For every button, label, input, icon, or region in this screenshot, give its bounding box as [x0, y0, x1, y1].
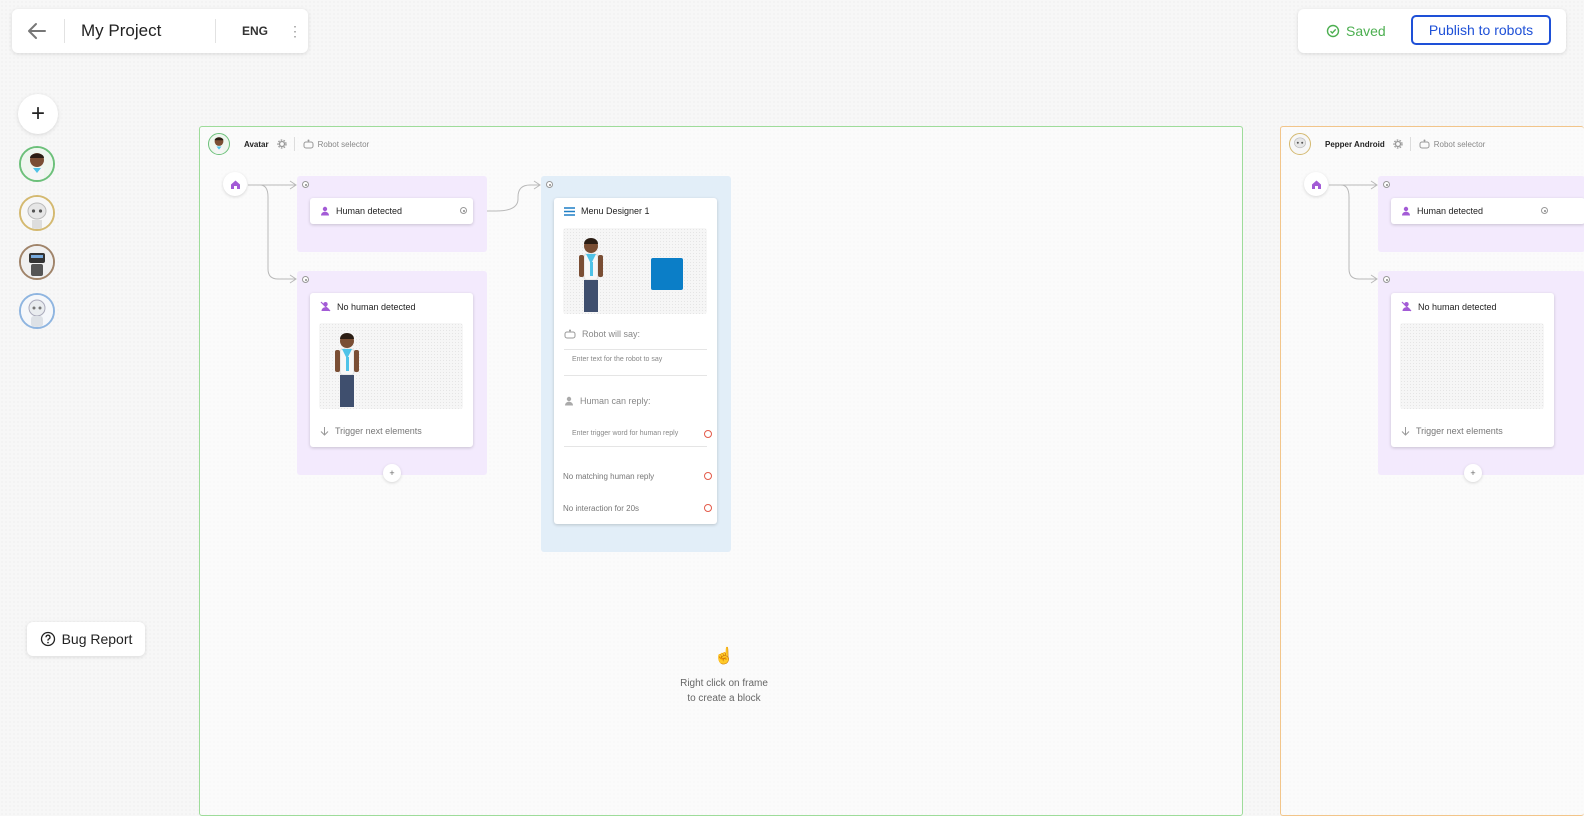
- block-title: Human detected: [1401, 206, 1483, 216]
- person-off-icon: [1401, 301, 1412, 312]
- home-icon: [230, 180, 240, 189]
- no-interaction-label: No interaction for 20s: [563, 504, 640, 513]
- avatar-character-image: [579, 238, 603, 312]
- person-off-icon: [320, 301, 331, 312]
- input-port[interactable]: [546, 181, 553, 188]
- human-can-reply-label: Human can reply:: [580, 396, 651, 406]
- trigger-next-label: Trigger next elements: [1416, 426, 1503, 436]
- publish-bar: Saved Publish to robots: [1298, 9, 1566, 53]
- saved-label: Saved: [1346, 23, 1386, 39]
- divider: [564, 349, 707, 350]
- trigger-next-label: Trigger next elements: [335, 426, 422, 436]
- human-can-reply-row: Human can reply:: [564, 396, 651, 406]
- block-group[interactable]: Human detected: [297, 176, 487, 252]
- no-human-detected-block[interactable]: No human detected Trigger next elements: [1391, 293, 1554, 447]
- reply-output-port[interactable]: [704, 430, 712, 438]
- robot-say-input[interactable]: Enter text for the robot to say: [572, 356, 662, 363]
- arrow-down-icon: [1401, 427, 1410, 436]
- project-title[interactable]: My Project: [81, 21, 161, 41]
- menu-icon: [564, 206, 575, 216]
- connector-lines: [1329, 180, 1378, 284]
- add-robot-button[interactable]: +: [18, 94, 58, 134]
- trigger-next-row[interactable]: Trigger next elements: [320, 426, 422, 436]
- empty-frame-hint: ☝ Right click on frame to create a block: [665, 649, 783, 706]
- divider: [64, 19, 65, 43]
- robot-frame-avatar[interactable]: Avatar Robot selector Human detected No …: [199, 126, 1243, 816]
- language-selector[interactable]: ENG: [242, 24, 268, 38]
- no-matching-output-port[interactable]: [704, 472, 712, 480]
- pointing-hand-icon: ☝: [714, 648, 734, 665]
- robot-icon: [564, 329, 576, 339]
- check-circle-icon: [1326, 24, 1340, 38]
- no-human-detected-block[interactable]: No human detected Trigger next elements: [310, 293, 473, 447]
- hint-line-2: to create a block: [687, 693, 761, 704]
- output-port[interactable]: [1541, 207, 1548, 214]
- menu-designer-block[interactable]: Menu Designer 1 Robot will say: Enter te…: [554, 198, 717, 524]
- block-group[interactable]: Menu Designer 1 Robot will say: Enter te…: [541, 176, 731, 552]
- empty-image-placeholder: [1400, 323, 1544, 409]
- human-detected-label: Human detected: [336, 206, 403, 216]
- avatar-character-image: [335, 333, 359, 407]
- add-block-button[interactable]: +: [383, 464, 401, 482]
- human-detected-block[interactable]: Human detected: [310, 198, 473, 224]
- divider: [1409, 137, 1411, 151]
- trigger-next-row[interactable]: Trigger next elements: [1401, 426, 1503, 436]
- menu-preview-image: [563, 228, 707, 314]
- robot-will-say-row: Robot will say:: [564, 329, 640, 339]
- avatar-image: [319, 323, 463, 409]
- input-port[interactable]: [1383, 181, 1390, 188]
- block-title: No human detected: [320, 301, 416, 312]
- nao-robot-avatar[interactable]: [19, 293, 55, 329]
- gear-icon[interactable]: [1393, 139, 1403, 149]
- input-port[interactable]: [302, 181, 309, 188]
- project-header: My Project ENG ⋮: [12, 9, 308, 53]
- block-title: Human detected: [320, 206, 402, 216]
- no-human-detected-label: No human detected: [337, 301, 416, 312]
- block-group[interactable]: No human detected Trigger next elements …: [297, 271, 487, 482]
- input-port[interactable]: [1383, 276, 1390, 283]
- pepper-robot-avatar[interactable]: [19, 195, 55, 231]
- divider: [564, 375, 707, 376]
- hint-line-1: Right click on frame: [680, 678, 768, 689]
- block-title: No human detected: [1401, 301, 1497, 312]
- human-detected-block[interactable]: Human detected: [1391, 198, 1584, 224]
- divider: [215, 19, 216, 43]
- block-title: Menu Designer 1: [564, 206, 650, 216]
- back-arrow-icon[interactable]: [26, 20, 48, 42]
- menu-designer-title: Menu Designer 1: [581, 206, 650, 216]
- robot-icon: [1419, 139, 1430, 149]
- more-menu-icon[interactable]: ⋮: [288, 22, 302, 40]
- robot-selector-link[interactable]: Robot selector: [1434, 140, 1486, 149]
- robot-will-say-label: Robot will say:: [582, 329, 641, 339]
- home-icon: [1311, 180, 1321, 189]
- menu-button-preview: [651, 258, 683, 290]
- human-detected-label: Human detected: [1417, 206, 1484, 216]
- no-matching-reply-label: No matching human reply: [563, 472, 655, 481]
- robot-frame-pepper[interactable]: Pepper Android Robot selector Human dete…: [1280, 126, 1584, 816]
- no-interaction-output-port[interactable]: [704, 504, 712, 512]
- bug-report-label: Bug Report: [61, 631, 133, 647]
- bug-report-button[interactable]: Bug Report: [27, 622, 145, 656]
- person-icon: [1402, 206, 1410, 216]
- publish-button[interactable]: Publish to robots: [1411, 15, 1551, 45]
- person-icon: [321, 206, 329, 216]
- avatar-robot-avatar[interactable]: [19, 146, 55, 182]
- person-icon: [565, 396, 573, 406]
- block-group[interactable]: Human detected: [1378, 176, 1584, 252]
- start-node[interactable]: [223, 172, 247, 196]
- human-reply-input[interactable]: Enter trigger word for human reply: [572, 430, 678, 437]
- block-group[interactable]: No human detected Trigger next elements …: [1378, 271, 1584, 482]
- input-port[interactable]: [302, 276, 309, 283]
- divider: [564, 446, 707, 447]
- no-human-detected-label: No human detected: [1418, 301, 1497, 312]
- arrow-down-icon: [320, 427, 329, 436]
- add-block-button[interactable]: +: [1464, 464, 1482, 482]
- save-status: Saved: [1326, 23, 1386, 39]
- start-node[interactable]: [1304, 172, 1328, 196]
- output-port[interactable]: [460, 207, 467, 214]
- dark-robot-avatar[interactable]: [19, 244, 55, 280]
- help-circle-icon: [40, 631, 55, 647]
